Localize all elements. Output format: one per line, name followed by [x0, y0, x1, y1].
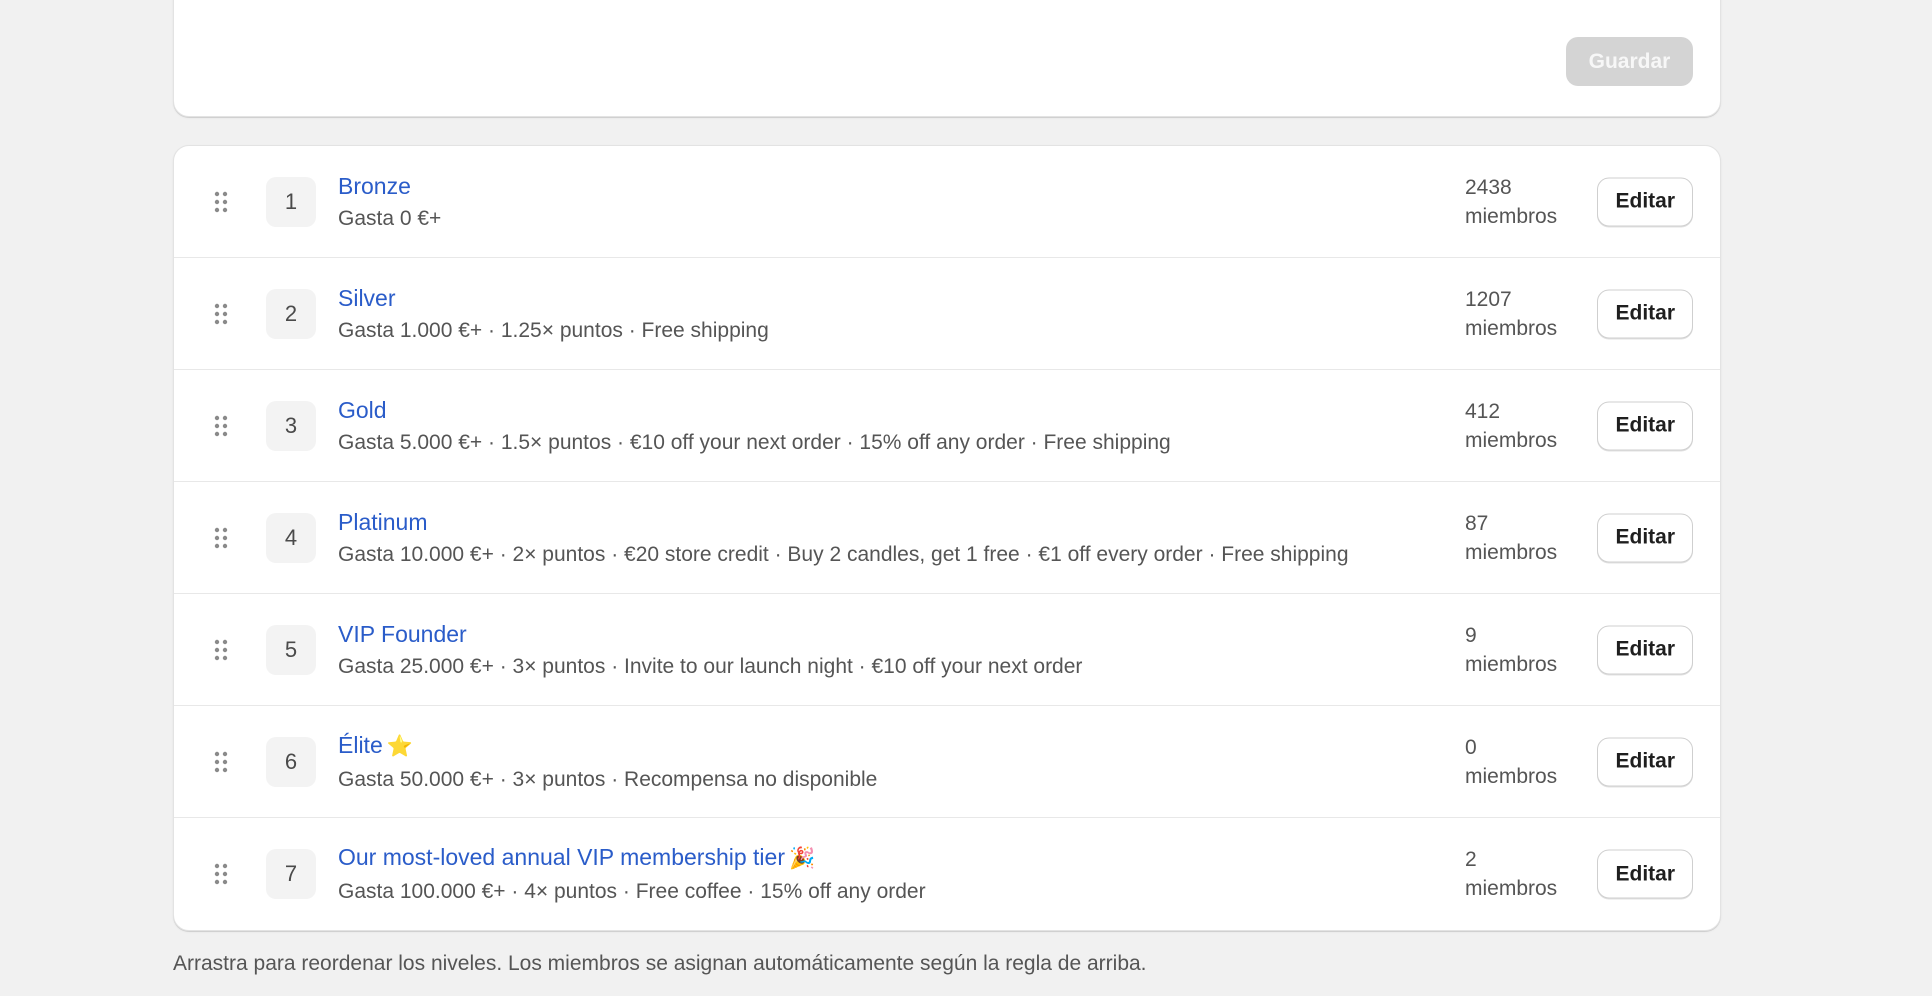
- drag-handle-icon[interactable]: [213, 303, 229, 325]
- tier-description: Gasta 100.000 €+ · 4× puntos · Free coff…: [338, 880, 926, 903]
- tier-info: Bronze Gasta 0 €+: [338, 171, 441, 233]
- edit-tier-button[interactable]: Editar: [1597, 849, 1693, 899]
- member-count-label: miembros: [1465, 877, 1558, 900]
- drag-handle-icon[interactable]: [213, 751, 229, 773]
- tier-position: 2: [266, 288, 316, 339]
- tier-name-link[interactable]: VIP Founder: [338, 619, 467, 649]
- tier-description: Gasta 0 €+: [338, 206, 442, 230]
- tier-name-link[interactable]: Our most-loved annual VIP membership tie…: [338, 842, 815, 874]
- tier-member-count: 412 miembros: [1465, 397, 1557, 455]
- member-count-value: 2: [1465, 848, 1477, 871]
- member-count-value: 87: [1465, 511, 1489, 535]
- party-popper-emoji-icon: 🎉: [789, 847, 816, 870]
- drag-handle-icon[interactable]: [213, 415, 229, 437]
- tier-member-count: 1207 miembros: [1465, 285, 1557, 343]
- tier-description: Gasta 10.000 €+ · 2× puntos · €20 store …: [338, 542, 1349, 566]
- tier-name-link[interactable]: Élite ⭐: [338, 730, 413, 762]
- member-count-value: 412: [1465, 399, 1501, 423]
- drag-handle-icon[interactable]: [213, 527, 229, 549]
- edit-tier-button[interactable]: Editar: [1597, 289, 1693, 338]
- tier-description: Gasta 50.000 €+ · 3× puntos · Recompensa…: [338, 767, 878, 791]
- member-count-value: 0: [1465, 735, 1477, 759]
- tier-info: Silver Gasta 1.000 €+ · 1.25× puntos · F…: [338, 283, 769, 345]
- member-count-value: 2438: [1465, 175, 1512, 199]
- tier-name-link[interactable]: Silver: [338, 283, 396, 313]
- tier-row: 2 Silver Gasta 1.000 €+ · 1.25× puntos ·…: [174, 258, 1720, 370]
- edit-tier-button[interactable]: Editar: [1597, 737, 1693, 786]
- tier-description: Gasta 5.000 €+ · 1.5× puntos · €10 off y…: [338, 430, 1171, 454]
- member-count-label: miembros: [1465, 428, 1558, 452]
- tier-name-link[interactable]: Platinum: [338, 507, 427, 537]
- tier-info: Platinum Gasta 10.000 €+ · 2× puntos · €…: [338, 507, 1349, 569]
- drag-handle-icon[interactable]: [213, 863, 229, 885]
- tier-position: 7: [266, 849, 316, 899]
- tier-row: 1 Bronze Gasta 0 €+ 2438 miembros Editar: [174, 146, 1720, 258]
- tier-info: Gold Gasta 5.000 €+ · 1.5× puntos · €10 …: [338, 395, 1171, 457]
- member-count-label: miembros: [1465, 204, 1558, 228]
- edit-tier-button[interactable]: Editar: [1597, 513, 1693, 562]
- tier-description: Gasta 1.000 €+ · 1.25× puntos · Free shi…: [338, 318, 769, 342]
- tier-position: 3: [266, 400, 316, 451]
- tier-member-count: 9 miembros: [1465, 621, 1557, 679]
- tier-list: 1 Bronze Gasta 0 €+ 2438 miembros Editar…: [173, 145, 1721, 931]
- member-count-label: miembros: [1465, 316, 1558, 340]
- tier-name-text: Élite: [338, 731, 383, 758]
- tier-position: 4: [266, 512, 316, 563]
- member-count-value: 1207: [1465, 287, 1512, 311]
- tier-row: 7 Our most-loved annual VIP membership t…: [174, 818, 1720, 930]
- tier-position: 6: [266, 736, 316, 787]
- save-button[interactable]: Guardar: [1566, 37, 1693, 86]
- tier-info: Our most-loved annual VIP membership tie…: [338, 842, 926, 906]
- tier-member-count: 2438 miembros: [1465, 173, 1557, 231]
- tier-name-link[interactable]: Gold: [338, 395, 387, 425]
- tier-row: 5 VIP Founder Gasta 25.000 €+ · 3× punto…: [174, 594, 1720, 706]
- tier-name-link[interactable]: Bronze: [338, 171, 411, 201]
- star-emoji-icon: ⭐: [386, 734, 413, 758]
- tier-row: 4 Platinum Gasta 10.000 €+ · 2× puntos ·…: [174, 482, 1720, 594]
- edit-tier-button[interactable]: Editar: [1597, 401, 1693, 450]
- tier-member-count: 0 miembros: [1465, 733, 1557, 791]
- tier-position: 1: [266, 176, 316, 227]
- edit-tier-button[interactable]: Editar: [1597, 177, 1693, 226]
- edit-tier-button[interactable]: Editar: [1597, 625, 1693, 674]
- tier-info: Élite ⭐ Gasta 50.000 €+ · 3× puntos · Rec…: [338, 730, 877, 794]
- reorder-hint-text: Arrastra para reordenar los niveles. Los…: [173, 952, 1147, 975]
- tier-member-count: 87 miembros: [1465, 509, 1557, 567]
- tier-description: Gasta 25.000 €+ · 3× puntos · Invite to …: [338, 654, 1083, 678]
- settings-card: Guardar: [173, 0, 1721, 117]
- tier-name-text: Our most-loved annual VIP membership tie…: [338, 844, 785, 870]
- tier-position: 5: [266, 624, 316, 675]
- member-count-label: miembros: [1465, 764, 1558, 788]
- tier-info: VIP Founder Gasta 25.000 €+ · 3× puntos …: [338, 619, 1082, 681]
- member-count-label: miembros: [1465, 540, 1558, 564]
- member-count-value: 9: [1465, 623, 1477, 647]
- drag-handle-icon[interactable]: [213, 191, 229, 213]
- tier-row: 6 Élite ⭐ Gasta 50.000 €+ · 3× puntos · R…: [174, 706, 1720, 818]
- drag-handle-icon[interactable]: [213, 639, 229, 661]
- tier-row: 3 Gold Gasta 5.000 €+ · 1.5× puntos · €1…: [174, 370, 1720, 482]
- tier-member-count: 2 miembros: [1465, 845, 1557, 903]
- member-count-label: miembros: [1465, 652, 1558, 676]
